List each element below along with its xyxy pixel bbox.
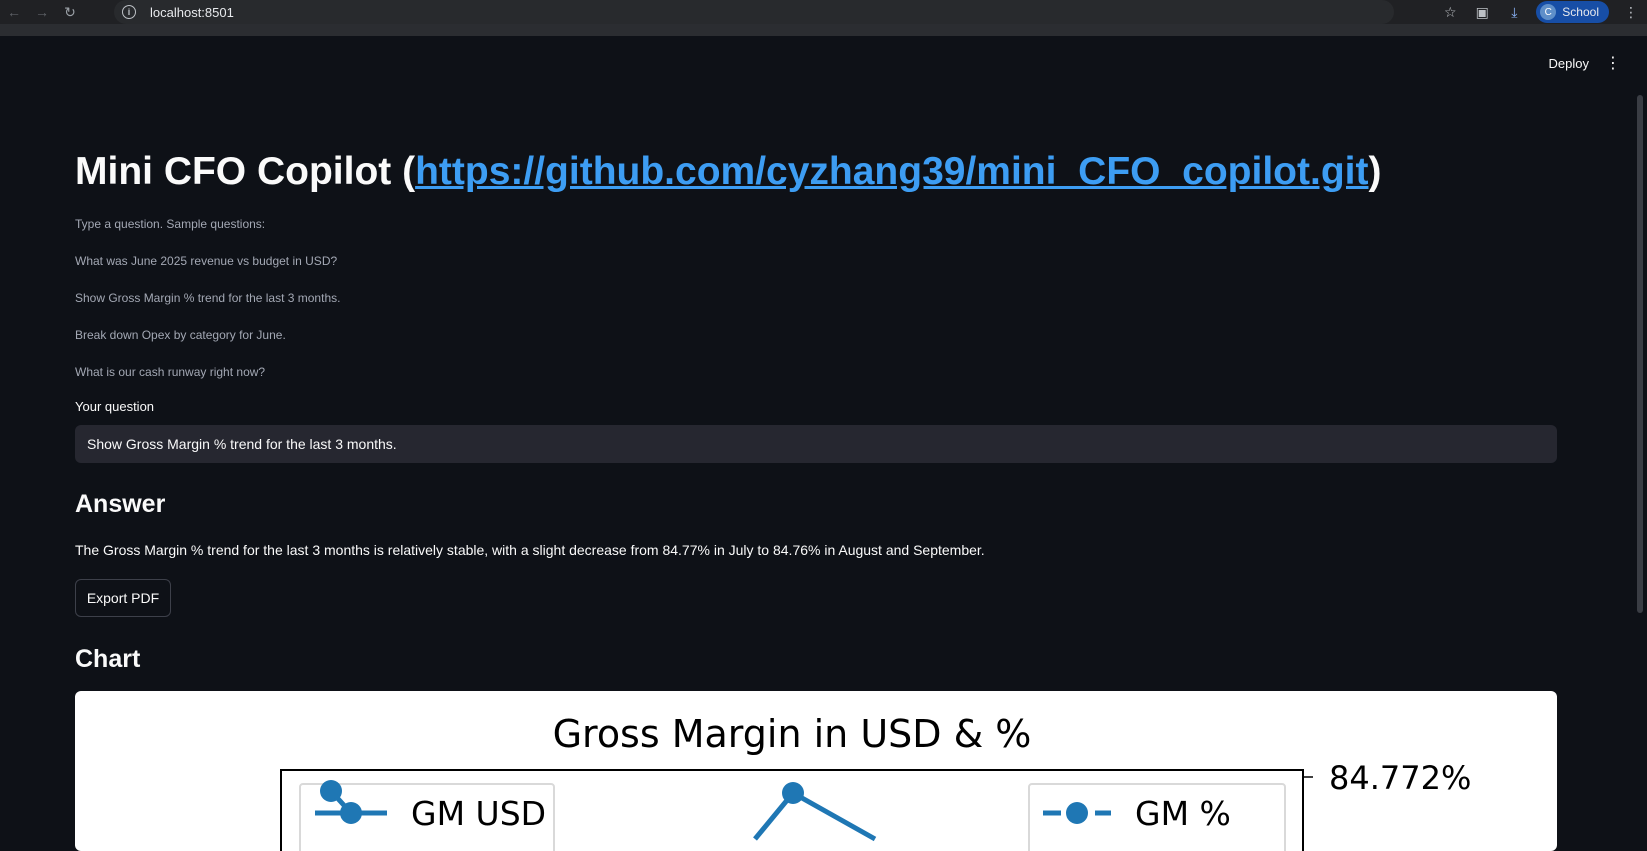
gross-margin-chart: Gross Margin in USD & % 84.772% GM USD G… xyxy=(280,712,1471,851)
sample-question: What is our cash runway right now? xyxy=(75,365,266,379)
title-suffix: ) xyxy=(1368,150,1382,193)
profile-name: School xyxy=(1562,5,1599,19)
legend-label: GM USD xyxy=(411,794,546,833)
sample-question: Break down Opex by category for June. xyxy=(75,328,286,342)
page-scrollbar[interactable] xyxy=(1637,95,1643,613)
browser-toolbar: ← → ↻ i localhost:8501 ☆ ▣ ⤓ C School ⋮ xyxy=(0,0,1647,24)
question-label: Your question xyxy=(75,399,155,414)
legend-marker xyxy=(1066,802,1088,824)
series-line-gm-usd xyxy=(753,789,877,842)
download-icon[interactable]: ⤓ xyxy=(1498,0,1530,24)
address-url[interactable]: localhost:8501 xyxy=(150,5,234,20)
intro-text: Type a question. Sample questions: xyxy=(75,217,266,231)
main-menu-icon[interactable]: ⋮ xyxy=(1605,53,1621,73)
profile-chip[interactable]: C School xyxy=(1536,1,1609,23)
y2-tick-label: 84.772% xyxy=(1329,759,1471,797)
data-point xyxy=(782,782,804,804)
chart-container: Gross Margin in USD & % 84.772% GM USD G… xyxy=(75,691,1557,851)
browser-menu-icon[interactable]: ⋮ xyxy=(1615,0,1647,24)
legend-label: GM % xyxy=(1135,794,1231,833)
bookmark-star-icon[interactable]: ☆ xyxy=(1434,0,1466,24)
lens-icon[interactable]: ▣ xyxy=(1466,0,1498,24)
question-input[interactable] xyxy=(75,425,1557,463)
export-pdf-button[interactable]: Export PDF xyxy=(75,579,171,617)
sample-question: What was June 2025 revenue vs budget in … xyxy=(75,254,338,268)
deploy-button[interactable]: Deploy xyxy=(1549,56,1589,71)
answer-heading: Answer xyxy=(75,490,166,518)
chart-title: Gross Margin in USD & % xyxy=(553,712,1032,756)
forward-icon[interactable]: → xyxy=(28,0,56,24)
main-content: Mini CFO Copilot (https://github.com/cyz… xyxy=(75,140,1557,851)
repo-link[interactable]: https://github.com/cyzhang39/mini_CFO_co… xyxy=(415,150,1368,193)
sample-question: Show Gross Margin % trend for the last 3… xyxy=(75,291,341,305)
address-bar[interactable]: i localhost:8501 xyxy=(114,0,1394,24)
chart-heading: Chart xyxy=(75,645,141,673)
page-title: Mini CFO Copilot (https://github.com/cyz… xyxy=(75,140,1557,204)
title-prefix: Mini CFO Copilot ( xyxy=(75,150,416,193)
app-header: Deploy ⋮ xyxy=(0,36,1647,92)
site-info-icon[interactable]: i xyxy=(122,5,136,19)
avatar: C xyxy=(1540,4,1557,20)
reload-icon[interactable]: ↻ xyxy=(56,0,84,24)
chrome-divider xyxy=(0,24,1647,36)
answer-text: The Gross Margin % trend for the last 3 … xyxy=(75,542,985,558)
back-icon[interactable]: ← xyxy=(0,0,28,24)
